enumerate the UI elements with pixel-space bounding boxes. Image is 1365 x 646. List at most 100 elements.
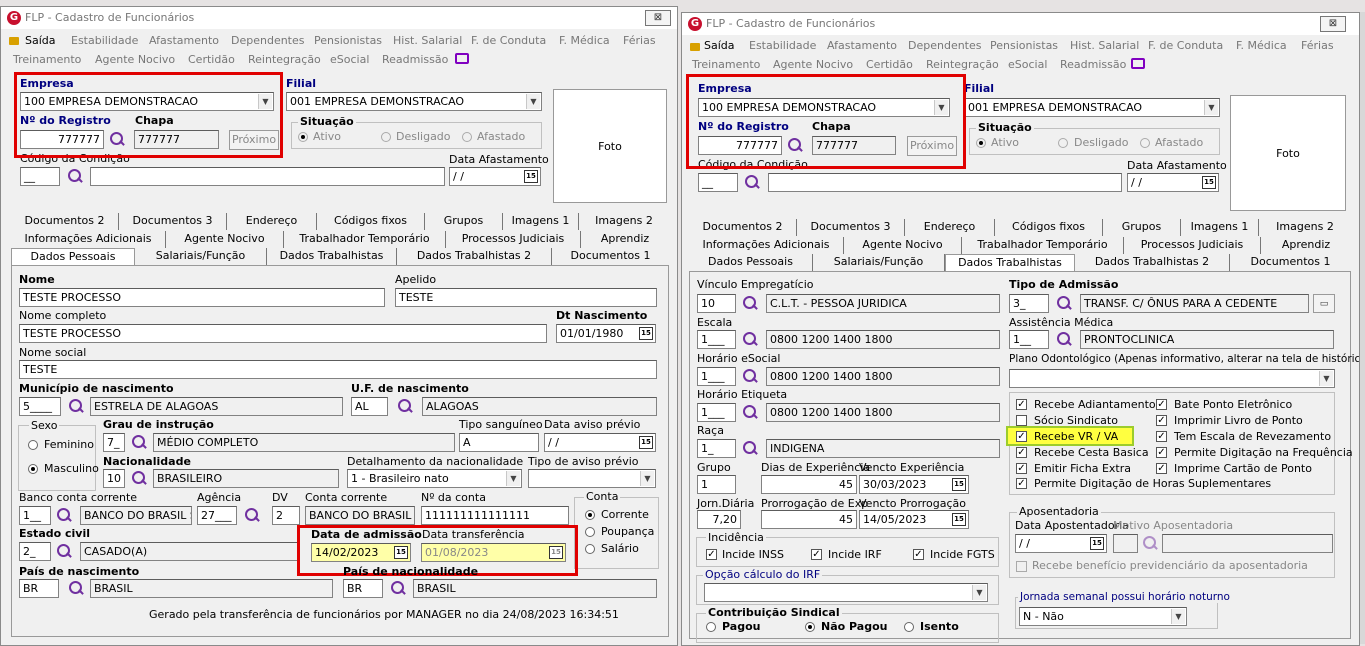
horario-etiqueta-name-input[interactable]: 0800 1200 1400 1800: [766, 403, 1000, 422]
calendar-icon[interactable]: 15: [952, 478, 966, 491]
menu-certidao[interactable]: Certidão: [188, 53, 235, 66]
tab-grupos[interactable]: Grupos: [1103, 219, 1181, 236]
menu-readmissao[interactable]: Readmissão: [1060, 58, 1126, 71]
menu-afastamento[interactable]: Afastamento: [827, 39, 897, 52]
odonto-select[interactable]: ▼: [1009, 369, 1335, 388]
dt-nascimento-input[interactable]: 01/01/1980 15: [556, 324, 656, 343]
grau-code-input[interactable]: 7_: [103, 433, 125, 452]
pais-nacionalidade-name-input[interactable]: BRASIL: [413, 579, 657, 598]
search-icon[interactable]: [56, 543, 72, 559]
vinculo-name-input[interactable]: C.L.T. - PESSOA JURIDICA: [766, 294, 1000, 313]
detalhamento-nac-select[interactable]: 1 - Brasileiro nato ▼: [347, 469, 522, 488]
tab-grupos[interactable]: Grupos: [425, 213, 503, 230]
menu-hist-salarial[interactable]: Hist. Salarial: [1070, 39, 1139, 52]
search-icon[interactable]: [742, 331, 758, 347]
search-icon[interactable]: [244, 507, 260, 523]
menu-saida[interactable]: Saída: [25, 34, 56, 47]
motivo-code-input[interactable]: [1113, 534, 1138, 553]
horas-suplementares-checkbox[interactable]: ✓: [1016, 478, 1027, 489]
conta-banco-input[interactable]: BANCO DO BRASIL /: [305, 506, 415, 525]
menu-certidao[interactable]: Certidão: [866, 58, 913, 71]
condicao-name-input[interactable]: [90, 167, 445, 186]
situacao-afastado-radio[interactable]: [1140, 138, 1150, 148]
data-afastamento-input[interactable]: / / 15: [449, 167, 541, 186]
tab-endereco[interactable]: Endereço: [227, 213, 317, 230]
menu-esocial[interactable]: eSocial: [330, 53, 369, 66]
menu-treinamento[interactable]: Treinamento: [692, 58, 760, 71]
menu-agente-nocivo[interactable]: Agente Nocivo: [773, 58, 853, 71]
raca-name-input[interactable]: INDIGENA: [766, 439, 1000, 458]
socio-sindicato-checkbox[interactable]: [1016, 415, 1027, 426]
photo-box[interactable]: Foto: [553, 89, 667, 203]
tipo-sanguineo-input[interactable]: A: [459, 433, 539, 452]
menu-treinamento[interactable]: Treinamento: [13, 53, 81, 66]
data-aposentadoria-input[interactable]: / / 15: [1015, 534, 1107, 553]
tab-imagens-2[interactable]: Imagens 2: [579, 213, 669, 230]
contrib-nao-pagou-radio[interactable]: [805, 622, 815, 632]
nacionalidade-code-input[interactable]: 10: [103, 469, 125, 488]
tab-endereco[interactable]: Endereço: [905, 219, 995, 236]
conta-corrente-radio[interactable]: [585, 510, 595, 520]
menu-reintegracao[interactable]: Reintegração: [926, 58, 999, 71]
calendar-icon[interactable]: 15: [524, 170, 538, 183]
imprime-cartao-checkbox[interactable]: ✓: [1156, 463, 1167, 474]
menu-esocial[interactable]: eSocial: [1008, 58, 1047, 71]
horario-etiqueta-code-input[interactable]: 1___: [697, 403, 736, 422]
tipo-admissao-code-input[interactable]: 3_: [1009, 294, 1049, 313]
menu-pensionistas[interactable]: Pensionistas: [314, 34, 382, 47]
nome-input[interactable]: TESTE PROCESSO: [19, 288, 385, 307]
pais-nacionalidade-code-input[interactable]: BR: [343, 579, 383, 598]
tab-info-adicionais[interactable]: Informações Adicionais: [11, 231, 166, 248]
data-aviso-input[interactable]: / / 15: [544, 433, 656, 452]
tab-trabalhador-temporario[interactable]: Trabalhador Temporário: [284, 231, 446, 248]
banco-code-input[interactable]: 1__: [19, 506, 51, 525]
calendar-icon[interactable]: 15: [1202, 176, 1216, 189]
municipio-name-input[interactable]: ESTRELA DE ALAGOAS: [90, 397, 343, 416]
escala-revezamento-checkbox[interactable]: ✓: [1156, 431, 1167, 442]
tipo-admissao-name-input[interactable]: TRANSF. C/ ÔNUS PARA A CEDENTE: [1080, 294, 1309, 313]
uf-code-input[interactable]: AL: [351, 397, 388, 416]
situacao-afastado-radio[interactable]: [462, 132, 472, 142]
municipio-code-input[interactable]: 5____: [19, 397, 61, 416]
nome-completo-input[interactable]: TESTE PROCESSO: [19, 324, 547, 343]
incide-inss-checkbox[interactable]: ✓: [706, 549, 717, 560]
menu-pensionistas[interactable]: Pensionistas: [990, 39, 1058, 52]
grupo-input[interactable]: 1: [697, 475, 736, 494]
recebe-vr-va-checkbox[interactable]: ✓: [1016, 431, 1027, 442]
emitir-ficha-extra-checkbox[interactable]: ✓: [1016, 463, 1027, 474]
tab-documentos-1[interactable]: Documentos 1: [552, 248, 669, 265]
dias-experiencia-input[interactable]: 45: [761, 475, 857, 494]
tab-dados-trabalhistas-2[interactable]: Dados Trabalhistas 2: [397, 248, 552, 265]
search-icon[interactable]: [56, 507, 72, 523]
tab-codigos-fixos[interactable]: Códigos fixos: [995, 219, 1103, 236]
grau-name-input[interactable]: MÉDIO COMPLETO: [153, 433, 455, 452]
menu-readmissao[interactable]: Readmissão: [382, 53, 448, 66]
vencto-prorrogacao-input[interactable]: 14/05/2023 15: [859, 510, 969, 529]
photo-box[interactable]: Foto: [1230, 95, 1346, 211]
search-icon[interactable]: [744, 174, 760, 190]
menu-saida[interactable]: Saída: [704, 39, 735, 52]
menu-f-conduta[interactable]: F. de Conduta: [471, 34, 546, 47]
recebe-adiantamento-checkbox[interactable]: ✓: [1016, 399, 1027, 410]
menu-dependentes[interactable]: Dependentes: [908, 39, 982, 52]
tab-agente-nocivo[interactable]: Agente Nocivo: [166, 231, 284, 248]
search-icon[interactable]: [1056, 295, 1072, 311]
search-icon[interactable]: [68, 398, 84, 414]
tab-trabalhador-temporario[interactable]: Trabalhador Temporário: [962, 237, 1124, 254]
incide-irf-checkbox[interactable]: ✓: [811, 549, 822, 560]
menu-agente-nocivo[interactable]: Agente Nocivo: [95, 53, 175, 66]
tab-info-adicionais[interactable]: Informações Adicionais: [689, 237, 844, 254]
close-button[interactable]: ⊠: [1320, 16, 1346, 32]
tab-codigos-fixos[interactable]: Códigos fixos: [317, 213, 425, 230]
data-afastamento-input[interactable]: / / 15: [1127, 173, 1219, 192]
tab-documentos-2[interactable]: Documentos 2: [11, 213, 119, 230]
vinculo-code-input[interactable]: 10: [697, 294, 736, 313]
tab-dados-pessoais[interactable]: Dados Pessoais: [689, 254, 813, 271]
tab-salariais-funcao[interactable]: Salariais/Função: [813, 254, 945, 271]
tipo-aviso-select[interactable]: ▼: [528, 469, 656, 488]
numero-conta-input[interactable]: 111111111111111: [421, 506, 569, 525]
tab-imagens-1[interactable]: Imagens 1: [503, 213, 579, 230]
dv-input[interactable]: 2: [272, 506, 300, 525]
menu-f-medica[interactable]: F. Médica: [559, 34, 610, 47]
menu-estabilidade[interactable]: Estabilidade: [749, 39, 816, 52]
